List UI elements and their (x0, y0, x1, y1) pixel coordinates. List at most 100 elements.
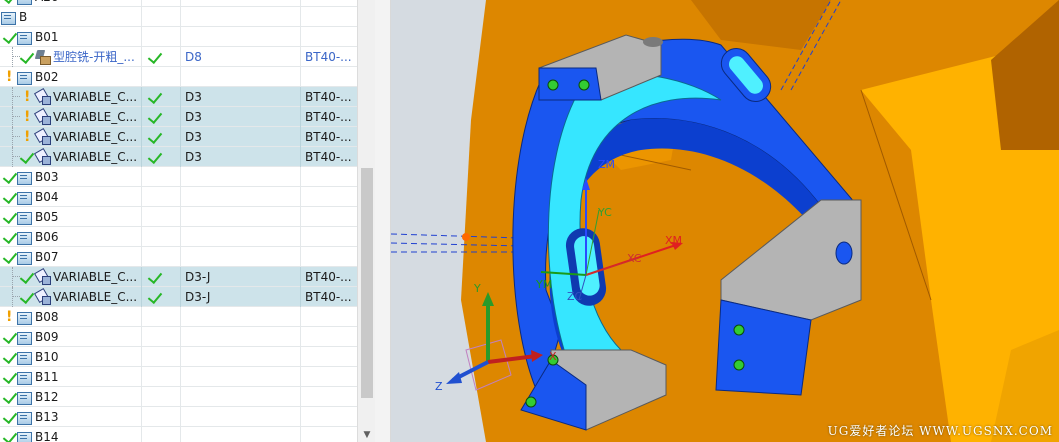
operation-row[interactable]: ! VARIABLE_C... D3 BT40-... (0, 107, 357, 127)
program-group-icon (0, 7, 16, 27)
panel-splitter[interactable] (375, 0, 391, 442)
path-status-cell (142, 427, 181, 442)
path-status-cell (142, 327, 181, 347)
program-group-row[interactable]: B12 (0, 387, 357, 407)
name-cell[interactable]: ! VARIABLE_C... (0, 127, 142, 147)
triad-x-label: X (549, 350, 557, 363)
name-cell[interactable]: B09 (0, 327, 142, 347)
tree-connector (12, 136, 20, 137)
program-group-icon (16, 67, 32, 87)
bolt-hole (643, 37, 663, 47)
name-cell[interactable]: B04 (0, 187, 142, 207)
check-status-icon (20, 287, 34, 307)
operation-row[interactable]: ! VARIABLE_C... D3 BT40-... (0, 87, 357, 107)
check-status-icon (3, 27, 17, 47)
name-cell[interactable]: ! VARIABLE_C... (0, 87, 142, 107)
name-cell[interactable]: ! B08 (0, 307, 142, 327)
program-group-row[interactable]: B06 (0, 227, 357, 247)
program-group-row[interactable]: A26 (0, 0, 357, 7)
program-group-row[interactable]: B10 (0, 347, 357, 367)
row-label: VARIABLE_C... (53, 90, 138, 104)
zc-label: ZC (567, 290, 583, 303)
check-status-icon (20, 267, 34, 287)
operation-row[interactable]: ! VARIABLE_C... D3 BT40-... (0, 127, 357, 147)
name-cell[interactable]: B12 (0, 387, 142, 407)
scroll-down-arrow-icon[interactable]: ▼ (362, 430, 372, 440)
tree-connector (12, 47, 13, 67)
name-cell[interactable]: B13 (0, 407, 142, 427)
name-cell[interactable]: B03 (0, 167, 142, 187)
program-group-row[interactable]: B01 (0, 27, 357, 47)
holder-cell (301, 347, 357, 367)
operation-row[interactable]: VARIABLE_C... D3-J BT40-... (0, 287, 357, 307)
program-group-row[interactable]: ! B08 (0, 307, 357, 327)
generated-check-icon (148, 147, 162, 167)
variable-contour-icon (34, 87, 51, 107)
holder-cell (301, 7, 357, 27)
name-cell[interactable]: VARIABLE_C... (0, 287, 142, 307)
row-label: B (19, 10, 28, 24)
path-status-cell (142, 287, 181, 307)
name-cell[interactable]: B10 (0, 347, 142, 367)
model-scene[interactable]: ZM XM YM XC YC ZC Y X Z (391, 0, 1059, 442)
name-cell[interactable]: B11 (0, 367, 142, 387)
scrollbar-thumb[interactable] (361, 168, 373, 398)
name-cell[interactable]: B07 (0, 247, 142, 267)
name-cell[interactable]: ! B02 (0, 67, 142, 87)
program-group-row[interactable]: B (0, 7, 357, 27)
holder-cell: BT40-... (305, 270, 352, 284)
program-group-icon (16, 307, 32, 327)
warning-status-icon: ! (6, 69, 13, 85)
tool-cell: D3 (181, 147, 301, 167)
row-label: B13 (35, 410, 59, 424)
variable-contour-icon (34, 127, 51, 147)
program-group-row[interactable]: B13 (0, 407, 357, 427)
program-group-icon (16, 407, 32, 427)
yc-label: YC (597, 206, 612, 219)
program-group-icon (16, 387, 32, 407)
tool-cell (181, 327, 301, 347)
cavity-mill-icon (34, 47, 51, 67)
name-cell[interactable]: B01 (0, 27, 142, 47)
tree-connector (12, 56, 20, 57)
operation-row[interactable]: VARIABLE_C... D3-J BT40-... (0, 267, 357, 287)
name-cell[interactable]: VARIABLE_C... (0, 147, 142, 167)
row-label: B12 (35, 390, 59, 404)
program-group-row[interactable]: ! B02 (0, 67, 357, 87)
tree-connector (12, 87, 13, 107)
holder-cell (301, 367, 357, 387)
program-group-icon (16, 427, 32, 442)
navigator-tree: A26 B B01 型腔铣-开粗_... D8 BT40-...! B02! VARIABLE… (0, 0, 357, 442)
program-group-row[interactable]: B03 (0, 167, 357, 187)
navigator-scrollbar[interactable]: ▼ (357, 0, 375, 442)
path-status-cell (142, 227, 181, 247)
check-status-icon (3, 367, 17, 387)
name-cell[interactable]: ! VARIABLE_C... (0, 107, 142, 127)
program-group-icon (16, 167, 32, 187)
row-label: B09 (35, 330, 59, 344)
bolt-hole (578, 79, 590, 91)
name-cell[interactable]: VARIABLE_C... (0, 267, 142, 287)
name-cell[interactable]: 型腔铣-开粗_... (0, 47, 142, 67)
program-group-row[interactable]: B05 (0, 207, 357, 227)
holder-cell (301, 187, 357, 207)
path-status-cell (142, 387, 181, 407)
graphics-viewport[interactable]: ZM XM YM XC YC ZC Y X Z UG爱好者论坛 WWW.UGSN… (391, 0, 1059, 442)
name-cell[interactable]: B (0, 7, 142, 27)
name-cell[interactable]: B14 (0, 427, 142, 442)
variable-contour-icon (34, 107, 51, 127)
program-group-row[interactable]: B07 (0, 247, 357, 267)
path-status-cell (142, 307, 181, 327)
tool-cell (181, 187, 301, 207)
operation-row[interactable]: 型腔铣-开粗_... D8 BT40-... (0, 47, 357, 67)
operation-row[interactable]: VARIABLE_C... D3 BT40-... (0, 147, 357, 167)
name-cell[interactable]: B05 (0, 207, 142, 227)
program-group-row[interactable]: B04 (0, 187, 357, 207)
name-cell[interactable]: A26 (0, 0, 142, 7)
program-group-row[interactable]: B14 (0, 427, 357, 442)
program-group-row[interactable]: B09 (0, 327, 357, 347)
program-group-icon (16, 0, 32, 7)
tool-cell (181, 367, 301, 387)
program-group-row[interactable]: B11 (0, 367, 357, 387)
name-cell[interactable]: B06 (0, 227, 142, 247)
